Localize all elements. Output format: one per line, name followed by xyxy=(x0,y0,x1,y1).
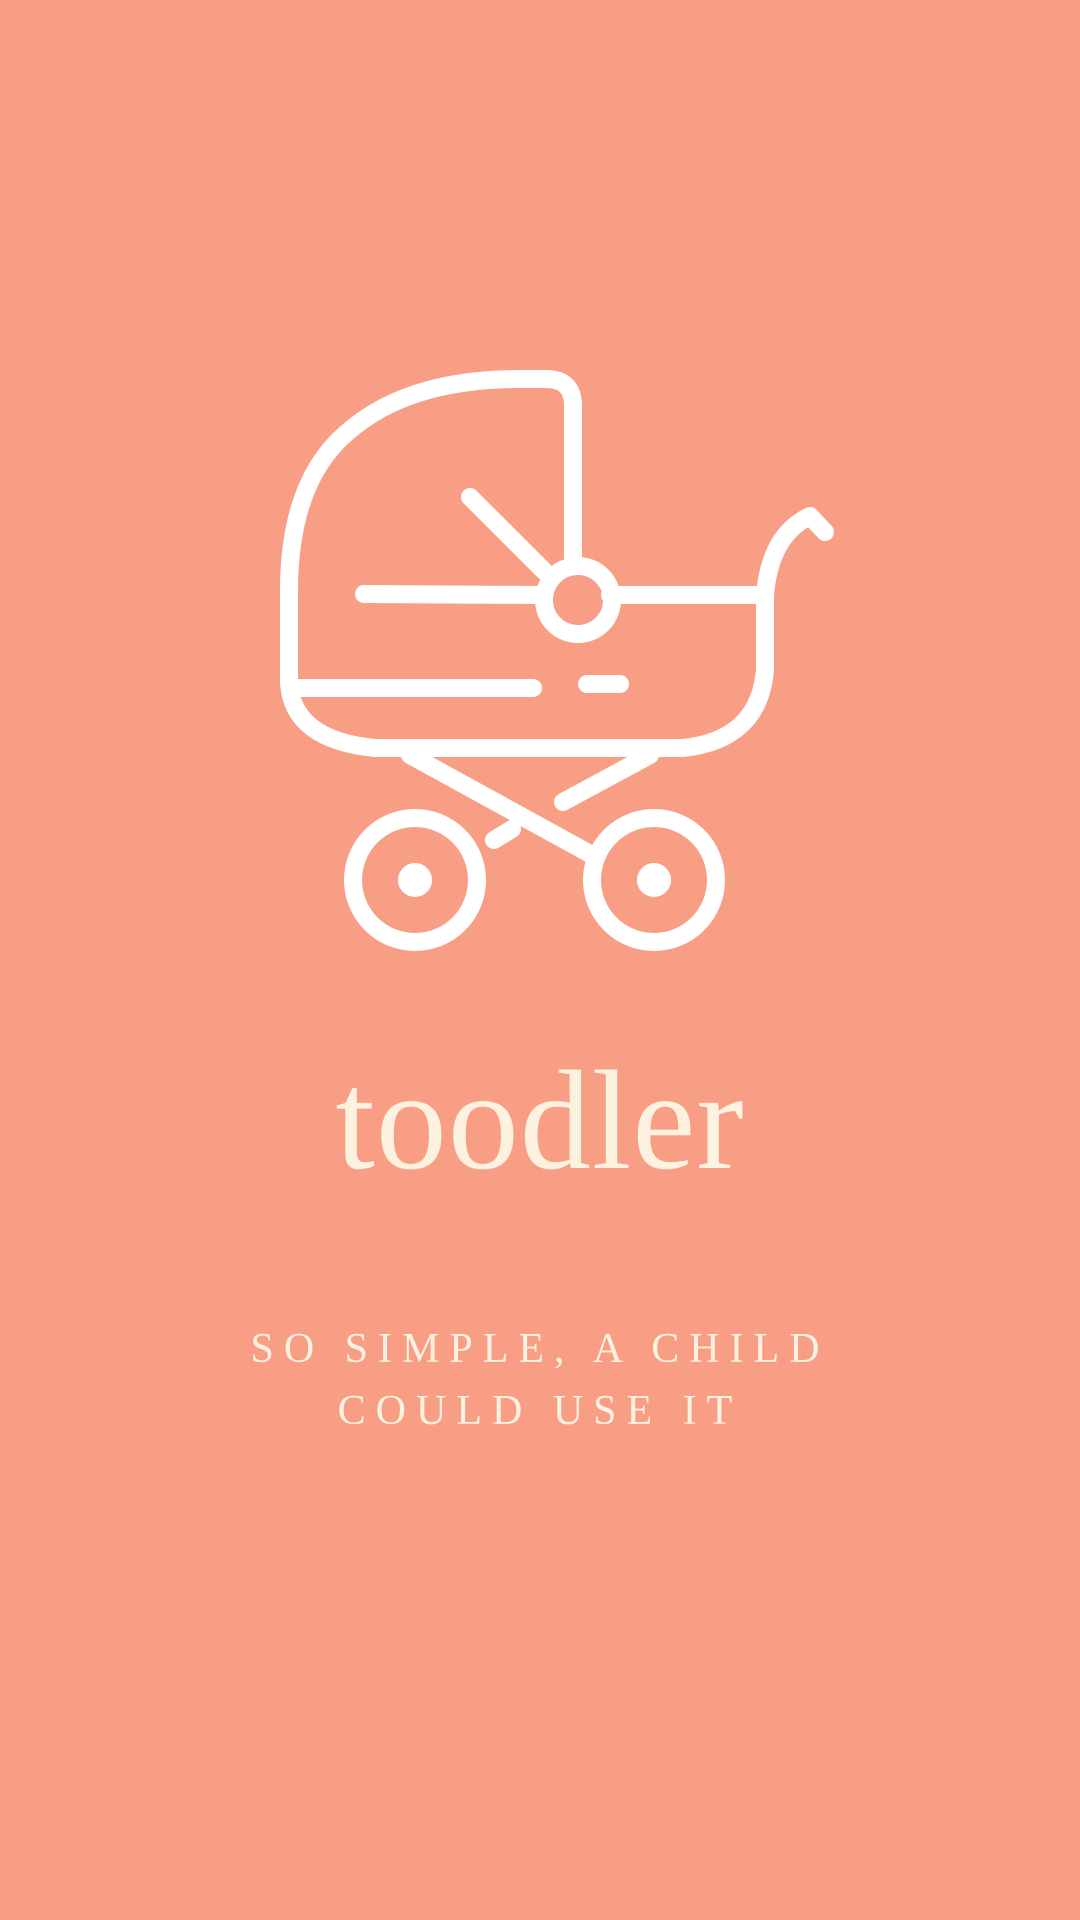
baby-stroller-icon xyxy=(280,370,860,970)
tagline-line-2: COULD USE IT xyxy=(337,1388,743,1434)
tagline: SO SIMPLE, A CHILD COULD USE IT xyxy=(0,1318,1080,1442)
tagline-line-1: SO SIMPLE, A CHILD xyxy=(250,1326,830,1372)
app-name: toodler xyxy=(335,1041,745,1199)
splash-screen: toodler SO SIMPLE, A CHILD COULD USE IT xyxy=(0,0,1080,1920)
